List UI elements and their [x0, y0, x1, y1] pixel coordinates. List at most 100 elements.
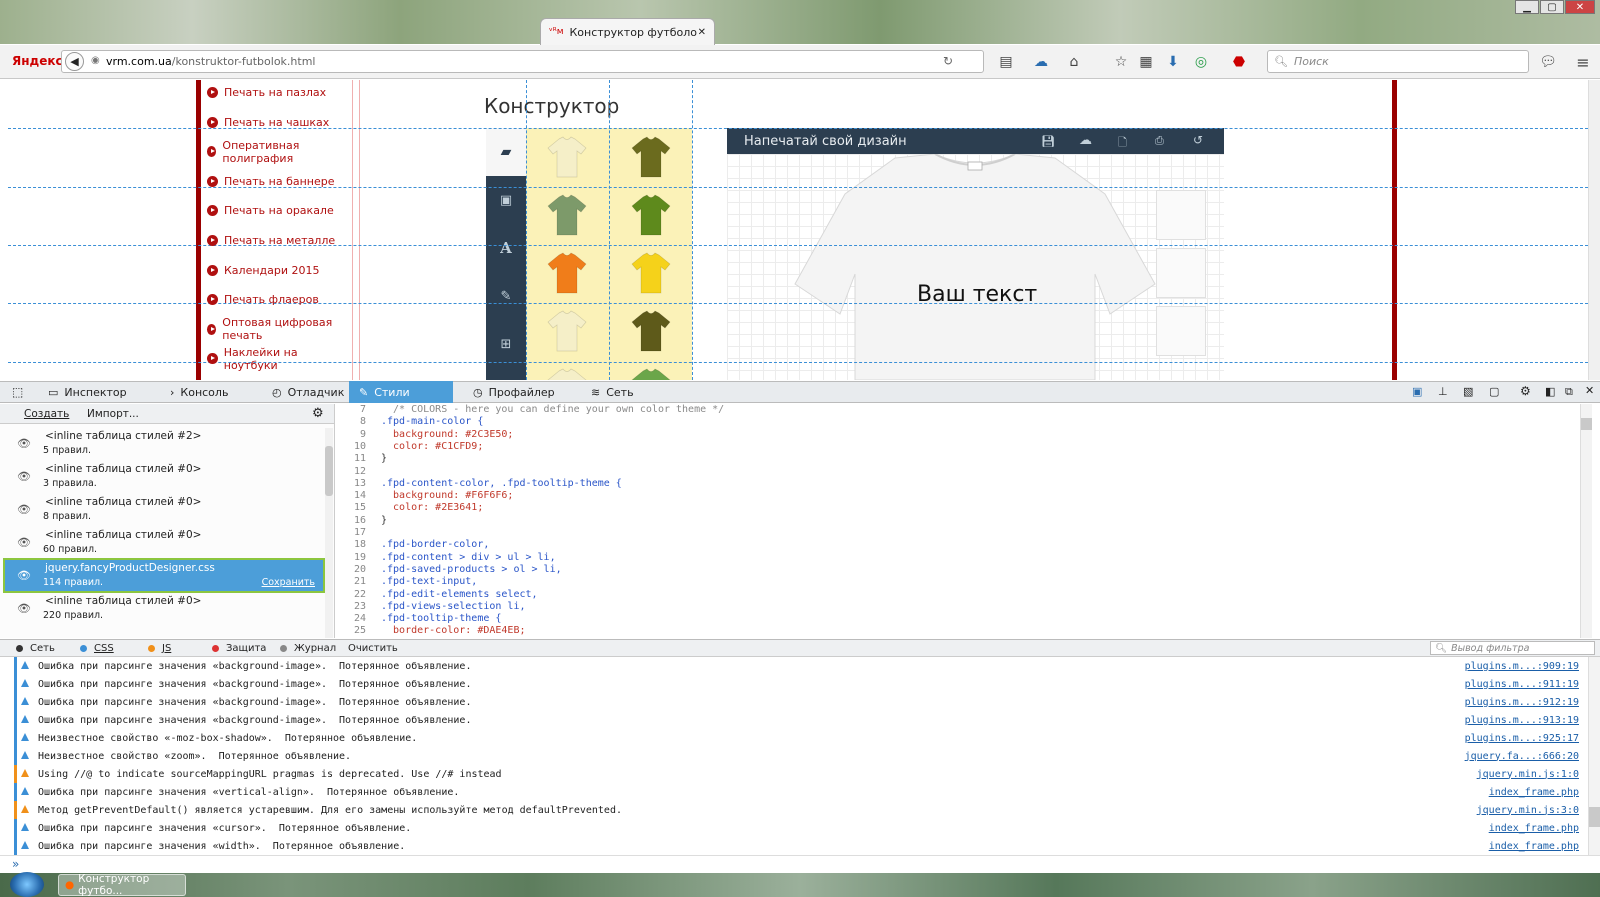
- sidebar-menu-item[interactable]: Оперативная полиграфия: [207, 137, 352, 166]
- responsive-icon[interactable]: ⊥: [1438, 385, 1448, 398]
- eye-icon[interactable]: 👁︎: [17, 437, 31, 450]
- view-side-thumb[interactable]: [1156, 306, 1206, 356]
- sidebar-menu-item[interactable]: Печать флаеров: [207, 285, 352, 314]
- console-filter-button[interactable]: Сеть: [16, 641, 55, 655]
- console-filter-button[interactable]: Защита: [212, 641, 266, 655]
- console-source-link[interactable]: plugins.m...:912:19: [1465, 697, 1579, 708]
- download-icon[interactable]: ⬇: [1162, 51, 1184, 73]
- taskbar-firefox-item[interactable]: ● Конструктор футбо...: [58, 873, 186, 897]
- back-arrow-icon[interactable]: ◀: [65, 52, 84, 71]
- console-source-link[interactable]: plugins.m...:913:19: [1465, 715, 1579, 726]
- shirt-color-swatch[interactable]: [546, 310, 588, 355]
- home-icon[interactable]: ⌂: [1063, 51, 1085, 73]
- stylesheet-row[interactable]: 👁︎ <inline таблица стилей #0> 220 правил.: [5, 593, 323, 624]
- shirt-color-swatch[interactable]: [546, 136, 588, 181]
- devtools-tab[interactable]: ◴ Отладчик: [262, 381, 348, 403]
- devtools-tab[interactable]: ▭ Инспектор: [38, 381, 158, 403]
- edit-icon[interactable]: ✎: [486, 272, 526, 320]
- console-filter-button[interactable]: CSS: [80, 641, 114, 655]
- cloud-icon[interactable]: ☁: [1030, 51, 1052, 73]
- eye-icon[interactable]: 👁︎: [17, 503, 31, 516]
- devtools-tab[interactable]: ✎ Стили: [349, 381, 453, 403]
- search-input[interactable]: 🔍︎ Поиск: [1267, 50, 1529, 73]
- console-source-link[interactable]: jquery.fa...:666:20: [1465, 751, 1579, 762]
- text-icon[interactable]: A: [486, 224, 526, 272]
- view-back-thumb[interactable]: [1156, 248, 1206, 298]
- sidebar-menu-item[interactable]: Печать на оракале: [207, 196, 352, 225]
- start-button[interactable]: [10, 872, 44, 897]
- page-scrollbar[interactable]: [1588, 80, 1600, 380]
- file-icon[interactable]: 🗋: [1118, 134, 1127, 153]
- star-icon[interactable]: ☆: [1110, 51, 1132, 73]
- add-icon[interactable]: ⊞: [486, 320, 526, 368]
- shirt-color-swatch[interactable]: [630, 310, 672, 355]
- sidebar-menu-item[interactable]: Печать на металле: [207, 226, 352, 255]
- reload-icon[interactable]: ↻: [943, 54, 953, 68]
- create-sheet-button[interactable]: Создать: [24, 408, 69, 420]
- console-source-link[interactable]: plugins.m...:925:17: [1465, 733, 1579, 744]
- split-console-icon[interactable]: ▣: [1412, 385, 1422, 398]
- undock-icon[interactable]: ⧉: [1565, 385, 1573, 399]
- eye-icon[interactable]: 👁︎: [17, 470, 31, 483]
- console-source-link[interactable]: plugins.m...:911:19: [1465, 679, 1579, 690]
- image-icon[interactable]: ▣: [486, 176, 526, 224]
- browser-tab-active[interactable]: ᵛᴿᴍ Конструктор футболок о... ✕: [540, 18, 715, 45]
- stylesheet-row[interactable]: 👁︎ <inline таблица стилей #0> 3 правила.: [5, 461, 323, 492]
- undo-icon[interactable]: ↺: [1193, 133, 1203, 147]
- console-filter-button[interactable]: Журнал: [280, 641, 336, 655]
- filter-output-input[interactable]: 🔍︎ Вывод фильтра: [1430, 641, 1595, 655]
- devtools-tab[interactable]: › Консоль: [160, 381, 260, 403]
- console-filter-button[interactable]: Очистить: [348, 641, 398, 655]
- print-icon[interactable]: ⎙: [1155, 134, 1164, 148]
- reading-list-icon[interactable]: ▦: [1135, 51, 1157, 73]
- eye-icon[interactable]: 👁︎: [17, 602, 31, 615]
- sidebar-menu-item[interactable]: Печать на баннере: [207, 167, 352, 196]
- close-window-button[interactable]: ✕: [1565, 0, 1595, 14]
- sidebar-menu-item[interactable]: Печать на чашках: [207, 108, 352, 137]
- scratchpad-icon[interactable]: ▧: [1463, 385, 1473, 398]
- shirt-color-swatch[interactable]: [546, 368, 588, 380]
- sidebar-menu-item[interactable]: Календари 2015: [207, 256, 352, 285]
- shirt-color-swatch[interactable]: [630, 368, 672, 380]
- shirt-color-swatch[interactable]: [630, 252, 672, 297]
- close-devtools-icon[interactable]: ✕: [1585, 384, 1594, 397]
- console-input[interactable]: »: [0, 855, 1600, 873]
- shirt-color-swatch[interactable]: [546, 194, 588, 239]
- console-source-link[interactable]: index_frame.php: [1489, 787, 1579, 798]
- maximize-button[interactable]: ▢: [1540, 0, 1564, 14]
- stylesheet-row[interactable]: 👁︎ jquery.fancyProductDesigner.css 114 пра…: [3, 558, 325, 593]
- devtools-tab[interactable]: ◷ Профайлер: [463, 381, 581, 403]
- sheet-options-gear-icon[interactable]: ⚙: [312, 406, 324, 421]
- url-bar[interactable]: vrm.com.ua/konstruktor-futbolok.html: [61, 50, 984, 73]
- console-filter-button[interactable]: JS: [148, 641, 171, 655]
- sheet-list-scrollbar[interactable]: [325, 428, 333, 638]
- console-source-link[interactable]: index_frame.php: [1489, 841, 1579, 852]
- shirt-color-swatch[interactable]: [630, 194, 672, 239]
- sidebar-menu-item[interactable]: Наклейки на ноутбуки: [207, 344, 352, 373]
- css-editor[interactable]: 7 /* COLORS - here you can define your o…: [336, 404, 1592, 638]
- products-icon[interactable]: ▰: [486, 128, 526, 176]
- chat-icon[interactable]: 💬︎: [1537, 51, 1559, 73]
- stylesheet-row[interactable]: 👁︎ <inline таблица стилей #0> 60 правил.: [5, 527, 323, 558]
- adblock-icon[interactable]: ⬣: [1228, 51, 1250, 73]
- shirt-color-swatch[interactable]: [630, 136, 672, 181]
- sidebar-menu-item[interactable]: Оптовая цифровая печать: [207, 315, 352, 344]
- bookmark-panel-icon[interactable]: ▤: [995, 51, 1017, 73]
- sync-icon[interactable]: ◎: [1190, 51, 1212, 73]
- console-scroll-thumb[interactable]: [1589, 807, 1600, 827]
- yandex-logo[interactable]: Яндекс: [12, 54, 63, 68]
- sidebar-menu-item[interactable]: Печать на пазлах: [207, 80, 352, 107]
- console-source-link[interactable]: plugins.m...:909:19: [1465, 661, 1579, 672]
- console-source-link[interactable]: jquery.min.js:1:0: [1477, 769, 1579, 780]
- dock-icon[interactable]: ◧: [1545, 385, 1555, 398]
- settings-gear-icon[interactable]: ⚙: [1520, 384, 1531, 398]
- eye-icon[interactable]: 👁︎: [17, 536, 31, 549]
- editor-scroll-thumb[interactable]: [1581, 418, 1592, 430]
- import-sheet-button[interactable]: Импорт...: [87, 408, 139, 420]
- scroll-thumb[interactable]: [325, 446, 333, 496]
- cloud-download-icon[interactable]: ☁: [1079, 133, 1092, 148]
- pick-element-icon[interactable]: ⬚: [12, 385, 23, 399]
- frame-icon[interactable]: ▢: [1489, 385, 1499, 398]
- stylesheet-row[interactable]: 👁︎ <inline таблица стилей #0> 8 правил.: [5, 494, 323, 525]
- save-sheet-link[interactable]: Сохранить: [262, 577, 315, 588]
